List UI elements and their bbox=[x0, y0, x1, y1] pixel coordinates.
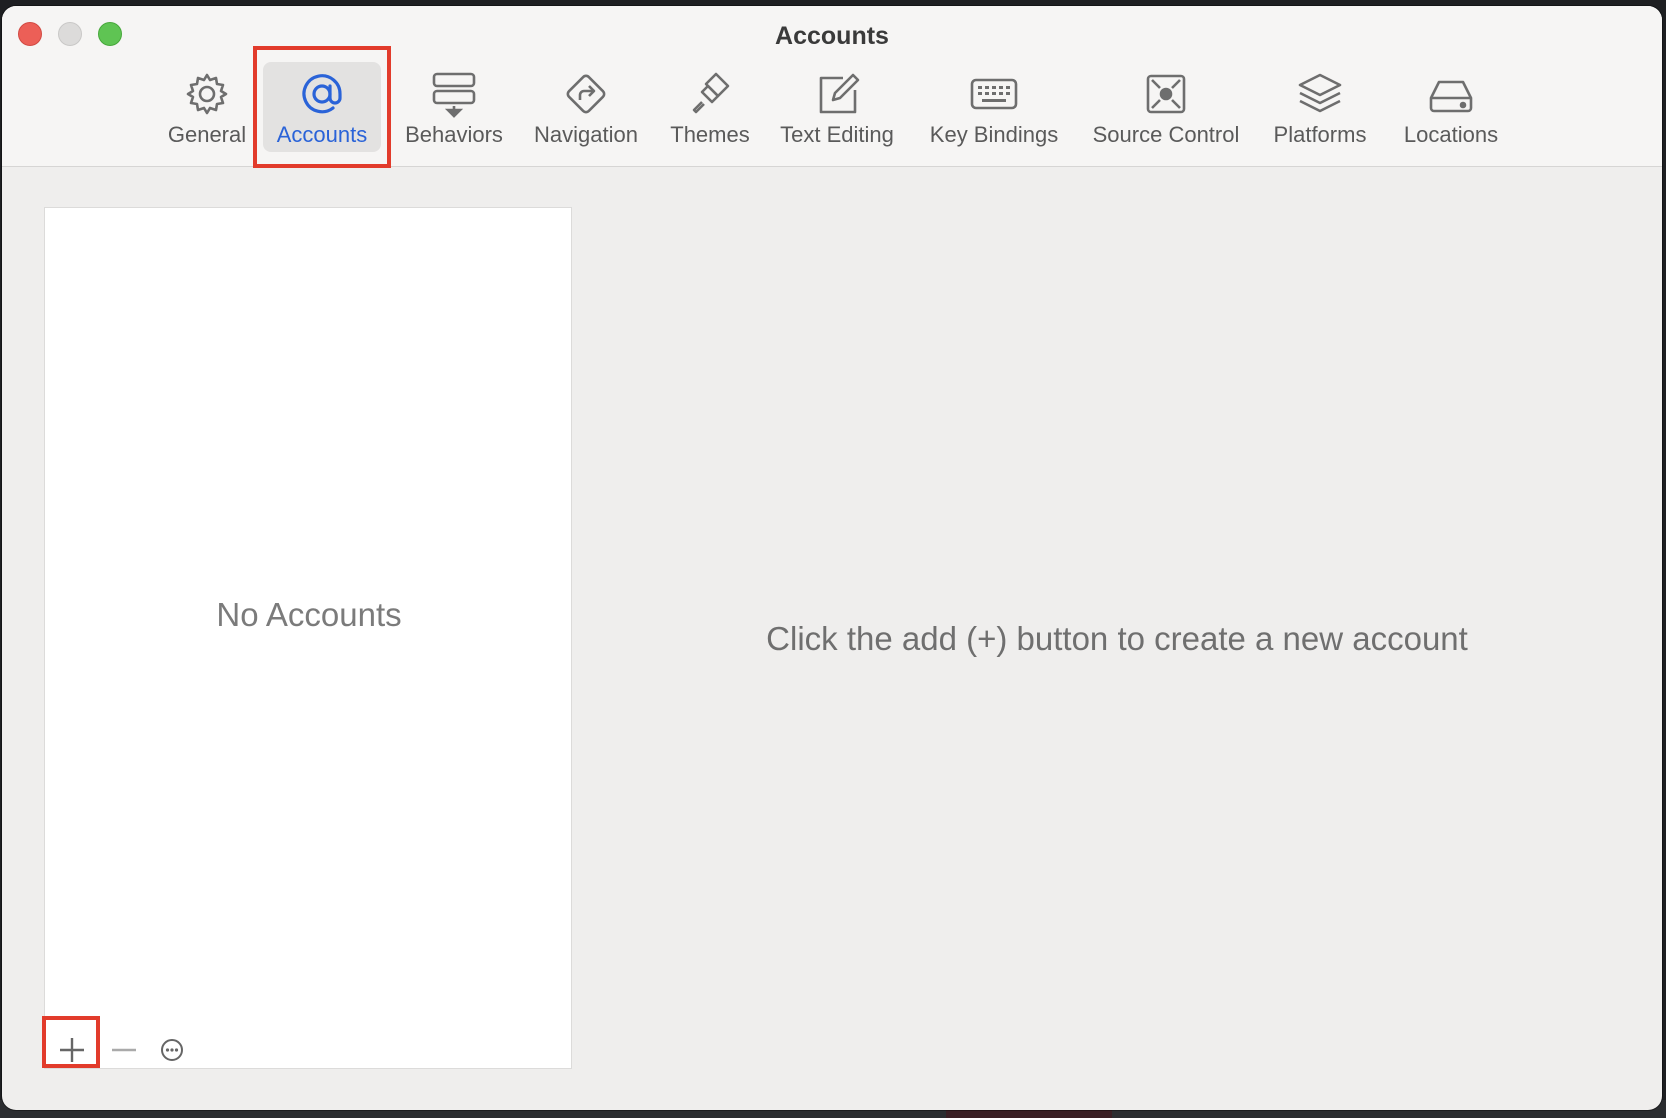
tab-key-bindings[interactable]: Key Bindings bbox=[922, 56, 1066, 156]
add-button-highlight bbox=[42, 1016, 100, 1068]
tab-behaviors-label: Behaviors bbox=[405, 122, 503, 147]
source-control-icon bbox=[1142, 70, 1190, 118]
tab-source-control-label: Source Control bbox=[1092, 122, 1240, 147]
gear-icon bbox=[183, 70, 231, 118]
navigation-icon bbox=[562, 70, 610, 118]
tab-themes-label: Themes bbox=[670, 122, 750, 147]
tab-platforms[interactable]: Platforms bbox=[1266, 56, 1374, 156]
tab-text-editing-label: Text Editing bbox=[780, 122, 894, 147]
tab-source-control[interactable]: Source Control bbox=[1084, 56, 1248, 156]
tab-behaviors[interactable]: Behaviors bbox=[396, 56, 512, 156]
tab-navigation-label: Navigation bbox=[534, 122, 638, 147]
paintbrush-icon bbox=[686, 70, 734, 118]
titlebar: Accounts General Accounts Behaviors Navi… bbox=[2, 6, 1662, 168]
tab-locations-label: Locations bbox=[1403, 122, 1499, 147]
remove-account-button[interactable] bbox=[102, 1028, 146, 1072]
tab-navigation[interactable]: Navigation bbox=[526, 56, 646, 156]
pencil-square-icon bbox=[813, 70, 861, 118]
tab-general-label: General bbox=[167, 122, 247, 147]
ellipsis-circle-icon bbox=[161, 1039, 183, 1061]
behaviors-icon bbox=[430, 70, 478, 118]
accounts-tab-highlight bbox=[253, 46, 391, 168]
empty-list-text: No Accounts bbox=[216, 596, 402, 633]
drive-icon bbox=[1427, 70, 1475, 118]
tab-locations[interactable]: Locations bbox=[1394, 56, 1508, 156]
keyboard-icon bbox=[970, 70, 1018, 118]
tab-general[interactable]: General bbox=[156, 56, 258, 156]
settings-window: Accounts General Accounts Behaviors Navi… bbox=[2, 6, 1662, 1110]
tab-text-editing[interactable]: Text Editing bbox=[772, 56, 902, 156]
more-actions-button[interactable] bbox=[150, 1028, 194, 1072]
layers-icon bbox=[1296, 70, 1344, 118]
window-title: Accounts bbox=[775, 22, 889, 50]
minus-icon bbox=[112, 1048, 136, 1052]
tab-key-bindings-label: Key Bindings bbox=[929, 122, 1059, 147]
tab-platforms-label: Platforms bbox=[1273, 122, 1367, 147]
accounts-list[interactable]: No Accounts bbox=[44, 207, 572, 1069]
tab-themes[interactable]: Themes bbox=[662, 56, 758, 156]
detail-message: Click the add (+) button to create a new… bbox=[766, 620, 1468, 657]
